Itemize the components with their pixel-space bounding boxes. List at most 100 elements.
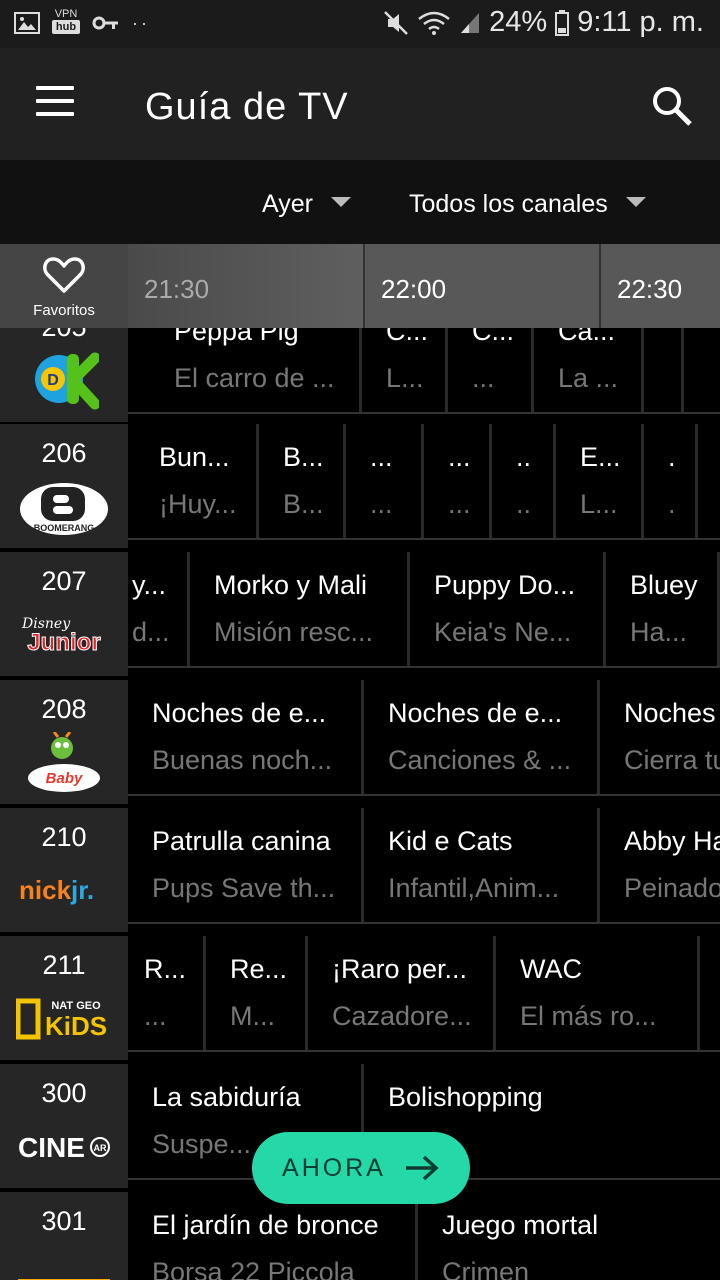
- cine-ar-logo: CINE AR: [14, 1114, 114, 1180]
- favorites-button[interactable]: Favoritos: [0, 244, 128, 328]
- menu-button[interactable]: [36, 86, 76, 118]
- channel-number: 205: [0, 328, 128, 343]
- program-title: ¡Raro per...: [332, 954, 468, 984]
- program-title: Noches de e...: [152, 698, 327, 728]
- hamburger-icon-line: [36, 86, 74, 90]
- row-divider: [128, 538, 720, 540]
- program-cell[interactable]: ......: [424, 424, 492, 540]
- babytv-logo: Baby: [14, 730, 114, 796]
- program-subtitle: Misión resc...: [214, 617, 374, 647]
- program-cell[interactable]: Noches de e... Canciones & ...: [364, 680, 600, 796]
- program-cell[interactable]: [644, 328, 684, 414]
- program-subtitle: d...: [132, 617, 170, 647]
- program-cell[interactable]: Bun... ¡Huy...: [135, 424, 259, 540]
- program-cell[interactable]: C......: [448, 328, 534, 414]
- channel-number: 206: [41, 438, 87, 468]
- channel-cell[interactable]: 301 CINEMAX: [0, 1192, 128, 1280]
- channel-number: 210: [41, 822, 87, 852]
- program-cell[interactable]: [700, 936, 720, 1052]
- program-cell[interactable]: E... L...: [556, 424, 644, 540]
- row-divider: [128, 922, 720, 924]
- program-title: Re...: [230, 954, 288, 984]
- row-divider: [128, 794, 720, 796]
- program-cell[interactable]: Noches de e... Buenas noch...: [128, 680, 364, 796]
- arrow-right-icon: [405, 1155, 439, 1181]
- program-title: Juego mortal: [442, 1210, 599, 1240]
- program-title: El jardín de bronce: [152, 1210, 379, 1240]
- program-subtitle: ...: [448, 489, 471, 519]
- program-cell[interactable]: Juego mortal Crimen: [418, 1192, 720, 1280]
- program-subtitle: Buenas noch...: [152, 745, 333, 775]
- channel-cell[interactable]: 210 nick jr.: [0, 808, 128, 932]
- program-title: Abby Ha: [624, 826, 720, 856]
- now-button-label: AHORA: [282, 1153, 386, 1182]
- program-cell[interactable]: Noches Cierra tu: [600, 680, 720, 796]
- search-icon[interactable]: [650, 84, 694, 128]
- program-cell[interactable]: El jardín de bronce Borsa 22 Piccola: [128, 1192, 418, 1280]
- channel-row: 301 CINEMAX El jardín de bronce Borsa 22 …: [0, 1192, 720, 1280]
- boomerang-logo: BOOMERANG: [14, 474, 114, 540]
- program-cell[interactable]: ......: [346, 424, 424, 540]
- program-title: Bolishopping: [388, 1082, 543, 1112]
- program-subtitle: La ...: [558, 363, 619, 393]
- program-cell[interactable]: Abby Ha Peinado: [600, 808, 720, 924]
- program-cell[interactable]: B... B...: [259, 424, 346, 540]
- now-button[interactable]: AHORA: [252, 1132, 470, 1204]
- program-title: Bluey: [630, 570, 698, 600]
- day-selector[interactable]: Ayer: [262, 190, 351, 219]
- program-subtitle: .: [668, 489, 676, 519]
- channel-row: 207 Disney Junior y... d... Morko y Mali Mi…: [0, 552, 720, 676]
- day-selector-label: Ayer: [262, 190, 313, 218]
- gallery-icon: [14, 12, 40, 34]
- program-subtitle: L...: [386, 363, 424, 393]
- row-divider: [128, 666, 720, 668]
- program-subtitle: M...: [230, 1001, 275, 1031]
- nick-jr-logo: nick jr.: [14, 858, 114, 924]
- program-cell[interactable]: R......: [128, 936, 206, 1052]
- program-title: ...: [448, 442, 471, 472]
- dropdown-arrow-icon: [330, 196, 351, 207]
- program-subtitle: Keia's Ne...: [434, 617, 572, 647]
- program-cell[interactable]: Kid e Cats Infantil,Anim...: [364, 808, 600, 924]
- program-cell[interactable]: Re... M...: [206, 936, 308, 1052]
- program-cell[interactable]: y... d...: [128, 552, 190, 668]
- program-cell[interactable]: ....: [492, 424, 556, 540]
- svg-text:BOOMERANG: BOOMERANG: [34, 523, 95, 533]
- program-cell[interactable]: Ca... La ...: [534, 328, 644, 414]
- program-title: ...: [370, 442, 393, 472]
- discovery-kids-logo: D: [14, 346, 114, 412]
- channel-row: 205 D Peppa PigEl carro de ... C...L... …: [0, 328, 720, 422]
- channel-number: 208: [41, 694, 87, 724]
- program-cell[interactable]: WAC El más ro...: [496, 936, 700, 1052]
- program-title: E...: [580, 442, 621, 472]
- program-subtitle: ..: [516, 489, 532, 519]
- program-title: Morko y Mali: [214, 570, 368, 600]
- program-cell[interactable]: C... L...: [362, 328, 448, 414]
- channel-cell[interactable]: 211 NAT GEO KiDS: [0, 936, 128, 1060]
- channel-cell[interactable]: 300 CINE AR: [0, 1064, 128, 1188]
- row-divider: [128, 412, 720, 414]
- program-subtitle: Canciones & ...: [388, 745, 572, 775]
- channel-filter-selector[interactable]: Todos los canales: [409, 190, 646, 219]
- program-title: Ca...: [558, 328, 616, 346]
- channel-cell[interactable]: 205 D: [0, 328, 128, 422]
- svg-text:jr.: jr.: [70, 875, 94, 905]
- program-cell[interactable]: Puppy Do... Keia's Ne...: [410, 552, 606, 668]
- vpn-hub-icon: VPN hub: [52, 8, 80, 38]
- program-title: R...: [144, 954, 187, 984]
- program-subtitle: Cierra tu: [624, 745, 720, 775]
- program-cell[interactable]: Patrulla canina Pups Save th...: [128, 808, 364, 924]
- wifi-icon: [418, 11, 450, 35]
- program-cell[interactable]: Peppa Pig El carro de ...: [150, 328, 362, 414]
- program-cell[interactable]: ¡Raro per... Cazadore...: [308, 936, 496, 1052]
- channel-filter-label: Todos los canales: [409, 190, 608, 218]
- svg-text:nick: nick: [19, 875, 72, 905]
- channel-cell[interactable]: 208 Baby: [0, 680, 128, 804]
- channel-cell[interactable]: 206 BOOMERANG: [0, 424, 128, 548]
- program-cell[interactable]: Morko y Mali Misión resc...: [190, 552, 410, 668]
- program-subtitle: Ha...: [630, 617, 688, 647]
- channel-cell[interactable]: 207 Disney Junior: [0, 552, 128, 676]
- program-cell[interactable]: Bluey Ha...: [606, 552, 720, 668]
- program-cell[interactable]: ..: [644, 424, 698, 540]
- program-subtitle: L...: [580, 489, 618, 519]
